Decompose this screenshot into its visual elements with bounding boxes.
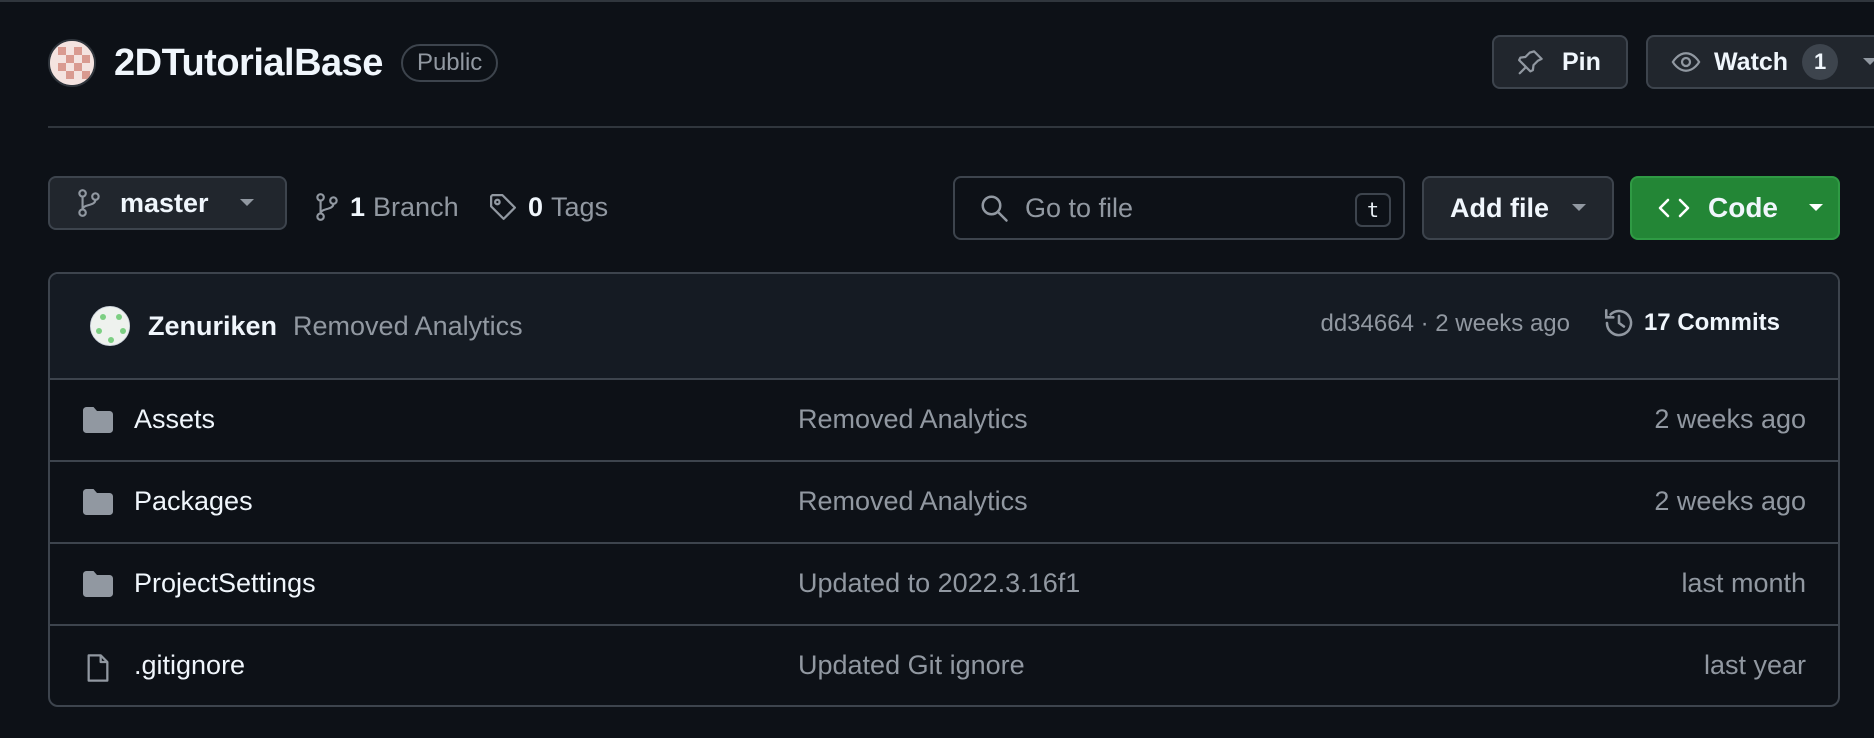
code-button[interactable]: Code: [1630, 176, 1840, 240]
chevron-down-icon: [1808, 203, 1824, 213]
eye-icon: [1670, 47, 1702, 77]
repo-owner-avatar[interactable]: [48, 39, 96, 87]
go-to-file-input[interactable]: [1025, 192, 1335, 224]
table-row[interactable]: ProjectSettings Updated to 2022.3.16f1 l…: [50, 544, 1838, 626]
file-commit-message-link[interactable]: Removed Analytics: [798, 404, 1028, 435]
pin-icon: [1516, 47, 1546, 77]
search-icon: [979, 193, 1009, 223]
file-last-modified: 2 weeks ago: [1654, 486, 1806, 516]
file-name-link[interactable]: .gitignore: [134, 650, 245, 681]
avatar[interactable]: [90, 306, 130, 346]
tags-link[interactable]: 0 Tags: [488, 190, 608, 224]
repo-header: 2DTutorialBase Public: [48, 36, 499, 90]
header-divider: [48, 126, 1874, 128]
file-commit-message-link[interactable]: Updated Git ignore: [798, 650, 1025, 681]
keyboard-shortcut-hint: t: [1355, 193, 1391, 227]
commits-history-link[interactable]: 17 Commits: [1602, 306, 1780, 340]
branch-selector-button[interactable]: master: [48, 176, 287, 230]
chevron-down-icon: [239, 198, 255, 208]
add-file-button[interactable]: Add file: [1422, 176, 1614, 240]
file-icon: [82, 652, 114, 684]
commit-message-link[interactable]: Removed Analytics: [293, 311, 523, 342]
file-table: Zenuriken Removed Analytics dd34664 · 2 …: [48, 272, 1840, 707]
visibility-badge: Public: [400, 44, 499, 82]
chevron-down-icon[interactable]: [1862, 57, 1874, 67]
file-name-link[interactable]: ProjectSettings: [134, 568, 316, 599]
file-commit-message-link[interactable]: Removed Analytics: [798, 486, 1028, 517]
file-last-modified: 2 weeks ago: [1654, 404, 1806, 434]
commit-hash-and-time[interactable]: dd34664 · 2 weeks ago: [1320, 310, 1570, 338]
table-row[interactable]: Assets Removed Analytics 2 weeks ago: [50, 380, 1838, 462]
latest-commit-bar: Zenuriken Removed Analytics dd34664 · 2 …: [50, 274, 1838, 380]
table-row[interactable]: Packages Removed Analytics 2 weeks ago: [50, 462, 1838, 544]
file-last-modified: last month: [1681, 568, 1806, 598]
repo-name-link[interactable]: 2DTutorialBase: [114, 42, 383, 85]
watch-button[interactable]: Watch 1: [1646, 35, 1874, 89]
file-name-link[interactable]: Packages: [134, 486, 253, 517]
branches-link[interactable]: 1 Branch: [314, 190, 459, 224]
git-branch-icon: [314, 192, 340, 222]
commit-author-link[interactable]: Zenuriken: [148, 311, 277, 342]
file-name-link[interactable]: Assets: [134, 404, 215, 435]
pin-button[interactable]: Pin: [1492, 35, 1628, 89]
table-row[interactable]: .gitignore Updated Git ignore last year: [50, 626, 1838, 705]
chevron-down-icon: [1571, 203, 1587, 213]
file-commit-message-link[interactable]: Updated to 2022.3.16f1: [798, 568, 1080, 599]
file-last-modified: last year: [1703, 650, 1806, 680]
folder-icon: [82, 406, 114, 434]
history-icon: [1602, 306, 1636, 340]
watch-count: 1: [1802, 44, 1839, 80]
top-border: [0, 0, 1874, 2]
go-to-file-search[interactable]: t: [953, 176, 1405, 240]
code-icon: [1658, 196, 1690, 220]
folder-icon: [82, 570, 114, 598]
folder-icon: [82, 488, 114, 516]
tag-icon: [488, 192, 518, 222]
git-branch-icon: [76, 188, 102, 218]
